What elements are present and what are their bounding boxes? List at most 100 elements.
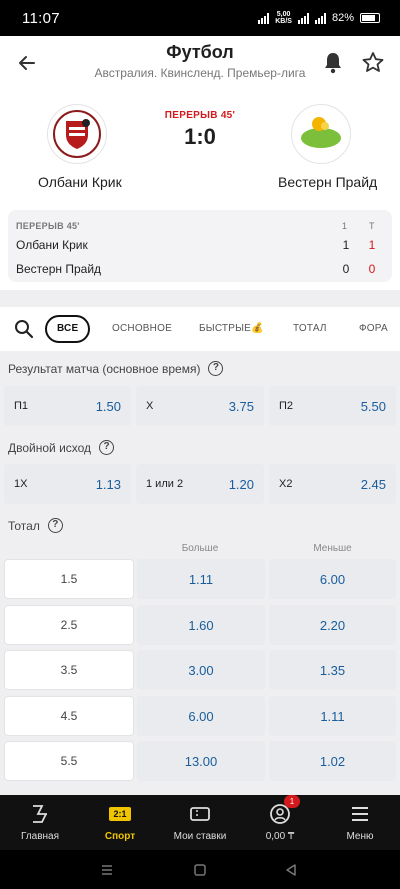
- nav-menu-label: Меню: [346, 831, 374, 842]
- search-button[interactable]: [12, 317, 36, 341]
- nav-menu[interactable]: Меню: [320, 795, 400, 850]
- odd-draw[interactable]: Х 3.75: [136, 386, 264, 426]
- odd-value: 2.45: [360, 476, 386, 492]
- odd-label: П1: [14, 400, 29, 412]
- ticket-icon: [188, 803, 212, 825]
- total-over-odd[interactable]: 1.60: [137, 605, 265, 645]
- scoreboard-team2-total: 0: [368, 262, 376, 276]
- total-under-odd[interactable]: 1.35: [269, 650, 396, 690]
- tab-fast[interactable]: БЫСТРЫЕ💰: [199, 318, 264, 340]
- odd-1x[interactable]: 1Х 1.13: [4, 464, 131, 504]
- match-period: ПЕРЕРЫВ 45': [164, 110, 236, 121]
- total-line: 5.5: [4, 741, 134, 781]
- scoreboard-col-total: Т: [369, 221, 375, 231]
- favorite-button[interactable]: [358, 48, 388, 78]
- scoreboard-icon: 2:1: [109, 803, 131, 825]
- total-over-odd[interactable]: 13.00: [137, 741, 265, 781]
- odd-label: Х2: [279, 478, 293, 490]
- odd-value: 1.50: [95, 398, 121, 414]
- help-icon[interactable]: ?: [99, 440, 115, 455]
- nav-my-bets[interactable]: Мои ставки: [160, 795, 240, 850]
- recent-apps-icon[interactable]: [100, 863, 114, 877]
- tab-handicap[interactable]: ФОРА: [359, 318, 388, 340]
- odd-value: 1.20: [228, 476, 254, 492]
- tab-main[interactable]: ОСНОВНОЕ: [112, 318, 172, 340]
- total-under-odd[interactable]: 6.00: [269, 559, 396, 599]
- team2-logo: [291, 104, 351, 164]
- total-line: 1.5: [4, 559, 134, 599]
- total-over-odd[interactable]: 6.00: [137, 696, 265, 736]
- cell-signal-2-icon: [314, 12, 326, 24]
- battery-percent: 82%: [331, 12, 354, 24]
- scoreboard-team1-total: 1: [368, 238, 376, 252]
- double-section-title: Двойной исход ?: [8, 440, 115, 455]
- bottom-navigation: Главная 2:1 Спорт Мои ставки 1 0,00 ₸ Ме…: [0, 795, 400, 850]
- team1-crest-icon: [53, 110, 101, 158]
- cell-signal-icon: [297, 12, 309, 24]
- notification-badge: 1: [284, 795, 300, 808]
- back-button[interactable]: [12, 48, 42, 78]
- tab-total[interactable]: ТОТАЛ: [293, 318, 327, 340]
- help-icon[interactable]: ?: [47, 518, 63, 533]
- result-title-text: Результат матча (основное время): [8, 361, 201, 376]
- total-under-odd[interactable]: 2.20: [269, 605, 396, 645]
- team2-name: Вестерн Прайд: [278, 174, 378, 190]
- scoreboard-team1: Олбани Крик: [16, 238, 88, 252]
- bell-icon: [325, 53, 341, 74]
- scoreboard-period: ПЕРЕРЫВ 45': [16, 221, 80, 231]
- odd-12[interactable]: 1 или 2 1.20: [136, 464, 264, 504]
- nav-sport[interactable]: 2:1 Спорт: [80, 795, 160, 850]
- home-system-icon[interactable]: [193, 863, 207, 877]
- total-under-odd[interactable]: 1.02: [269, 741, 396, 781]
- result-section-title: Результат матча (основное время) ?: [8, 361, 224, 376]
- star-icon: [362, 52, 384, 72]
- nav-balance-label: 0,00 ₸: [265, 831, 295, 842]
- status-bar: 11:07 5,00 KB/S 82%: [0, 0, 400, 36]
- odd-p2[interactable]: П2 5.50: [269, 386, 396, 426]
- odd-p1[interactable]: П1 1.50: [4, 386, 131, 426]
- team1-logo: [47, 104, 107, 164]
- total-section-title: Тотал ?: [8, 518, 63, 533]
- sport-badge: 2:1: [109, 807, 131, 821]
- under-column-header: Меньше: [313, 543, 352, 554]
- nav-home[interactable]: Главная: [0, 795, 80, 850]
- team1-name: Олбани Крик: [38, 174, 122, 190]
- odd-label: Х: [146, 400, 154, 412]
- scoreboard-team2-p1: 0: [342, 262, 350, 276]
- system-navigation-bar: [0, 850, 400, 889]
- total-line: 4.5: [4, 696, 134, 736]
- home-icon: [29, 803, 51, 825]
- tab-all[interactable]: ВСЕ: [45, 315, 91, 343]
- scoreboard-team1-p1: 1: [342, 238, 350, 252]
- odd-label: П2: [279, 400, 294, 412]
- tab-fast-label: БЫСТРЫЕ: [199, 323, 252, 334]
- odd-x2[interactable]: Х2 2.45: [269, 464, 396, 504]
- notifications-button[interactable]: [318, 48, 348, 78]
- total-under-odd[interactable]: 1.11: [269, 696, 396, 736]
- league-breadcrumb: Австралия. Квинсленд. Премьер-лига: [94, 66, 306, 80]
- match-score: 1:0: [184, 124, 216, 149]
- net-speed: 5,00 KB/S: [275, 11, 292, 25]
- battery-icon: [360, 13, 380, 23]
- match-card: ПЕРЕРЫВ 45' 1:0 Олбани Крик Вестерн Прай…: [0, 90, 400, 290]
- odd-label: 1 или 2: [146, 478, 184, 490]
- odd-value: 1.13: [95, 476, 121, 492]
- nav-account[interactable]: 1 0,00 ₸: [240, 795, 320, 850]
- back-system-icon[interactable]: [284, 863, 298, 877]
- total-over-odd[interactable]: 1.11: [137, 559, 265, 599]
- help-icon[interactable]: ?: [208, 361, 224, 376]
- odd-value: 5.50: [360, 398, 386, 414]
- money-bag-icon: 💰: [251, 323, 264, 334]
- status-time: 11:07: [22, 9, 60, 27]
- nav-home-label: Главная: [20, 831, 60, 842]
- team2-crest-icon: [296, 109, 346, 159]
- market-tabs: ВСЕ ОСНОВНОЕ БЫСТРЫЕ💰 ТОТАЛ ФОРА: [0, 307, 400, 351]
- odd-value: 3.75: [228, 398, 254, 414]
- total-line: 2.5: [4, 605, 134, 645]
- nav-my-bets-label: Мои ставки: [173, 831, 227, 842]
- total-over-odd[interactable]: 3.00: [137, 650, 265, 690]
- arrow-left-icon: [19, 56, 35, 70]
- status-icons: 5,00 KB/S 82%: [258, 11, 380, 25]
- page-title: Футбол: [166, 42, 234, 62]
- odd-label: 1Х: [14, 478, 28, 490]
